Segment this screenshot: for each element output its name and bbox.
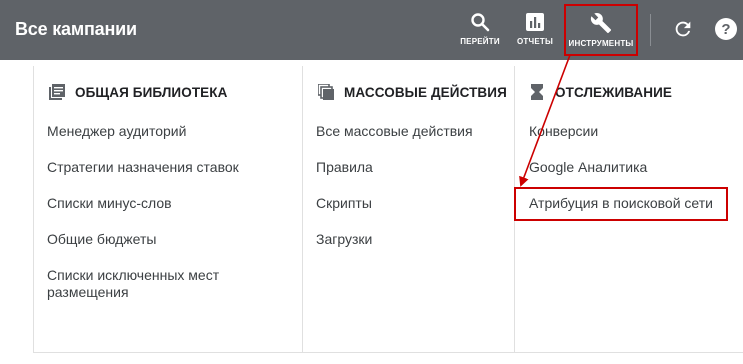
goto-button[interactable]: ПЕРЕЙТИ <box>457 0 503 60</box>
toolbar-divider <box>650 14 651 46</box>
menu-item-google-analytics[interactable]: Google Аналитика <box>529 159 647 176</box>
menu-item-all-bulk-actions[interactable]: Все массовые действия <box>316 123 473 140</box>
shared-library-heading: ОБЩАЯ БИБЛИОТЕКА <box>49 82 227 102</box>
bulk-actions-heading: МАССОВЫЕ ДЕЙСТВИЯ <box>318 82 507 102</box>
attribution-highlight-box <box>514 187 728 221</box>
hourglass-icon <box>531 84 543 100</box>
reports-button[interactable]: ОТЧЕТЫ <box>514 0 556 60</box>
reports-label: ОТЧЕТЫ <box>517 37 553 46</box>
column-divider <box>33 66 34 353</box>
help-icon[interactable]: ? <box>714 17 738 41</box>
search-icon <box>471 13 490 32</box>
menu-item-bid-strategies[interactable]: Стратегии назначения ставок <box>47 159 239 176</box>
tools-highlight-box <box>564 4 638 56</box>
library-icon <box>49 84 65 100</box>
refresh-icon[interactable] <box>672 18 694 40</box>
shared-library-heading-text: ОБЩАЯ БИБЛИОТЕКА <box>75 84 228 100</box>
menu-item-negative-keyword-lists[interactable]: Списки минус-слов <box>47 195 172 212</box>
menu-item-scripts[interactable]: Скрипты <box>316 195 372 212</box>
measurement-heading-text: ОТСЛЕЖИВАНИЕ <box>555 84 673 100</box>
menu-item-audience-manager[interactable]: Менеджер аудиторий <box>47 123 186 140</box>
page-title: Все кампании <box>15 19 137 39</box>
menu-item-placement-exclusion-lists[interactable]: Списки исключенных мест размещения <box>47 267 277 301</box>
measurement-heading: ОТСЛЕЖИВАНИЕ <box>531 82 672 102</box>
menu-item-shared-budgets[interactable]: Общие бюджеты <box>47 231 156 248</box>
menu-item-uploads[interactable]: Загрузки <box>316 231 372 248</box>
bulk-actions-heading-text: МАССОВЫЕ ДЕЙСТВИЯ <box>344 84 507 100</box>
goto-label: ПЕРЕЙТИ <box>460 37 500 46</box>
reports-icon <box>526 13 544 31</box>
panel-bottom-border <box>33 352 743 353</box>
menu-item-rules[interactable]: Правила <box>316 159 373 176</box>
bulk-actions-icon <box>318 84 334 100</box>
menu-item-conversions[interactable]: Конверсии <box>529 123 598 140</box>
column-divider <box>302 66 303 353</box>
svg-text:?: ? <box>721 21 730 38</box>
